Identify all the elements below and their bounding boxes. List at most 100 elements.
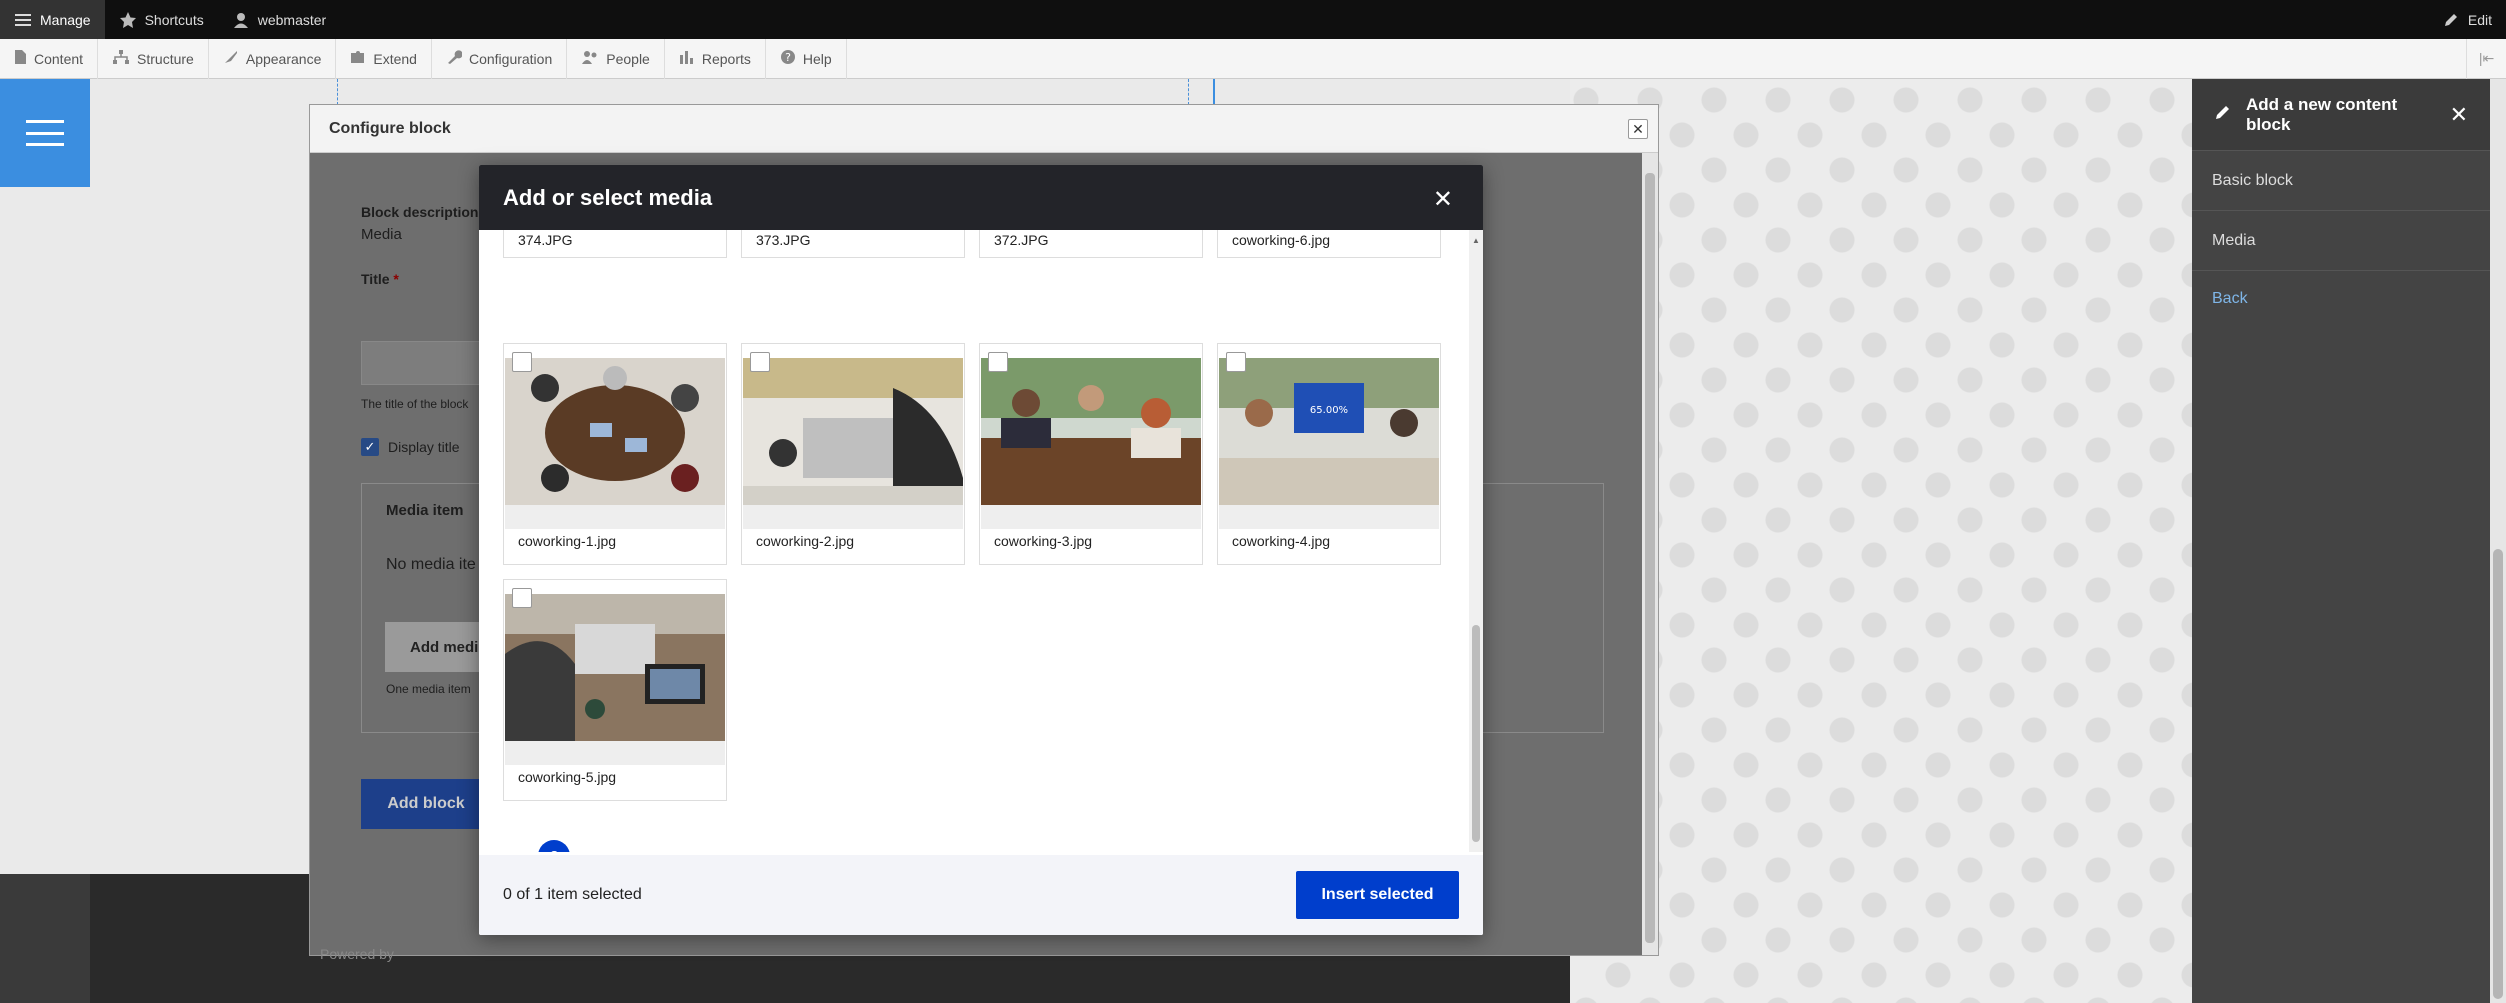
shortcuts-label: Shortcuts — [144, 11, 204, 28]
media-pager: ‹ 2 — [503, 840, 571, 852]
tray-item-structure[interactable]: Structure — [98, 38, 209, 79]
svg-text:?: ? — [785, 51, 791, 64]
media-item-card[interactable]: 65.00% coworking-4.jpg — [1217, 343, 1441, 565]
media-item-label: 372.JPG — [994, 232, 1049, 248]
layout-guide-mid — [1188, 79, 1190, 105]
tray-orientation-toggle[interactable]: |⇤ — [2466, 38, 2506, 79]
offcanvas-item-media[interactable]: Media — [2192, 211, 2490, 271]
title-input[interactable] — [361, 341, 481, 385]
tray-label: Structure — [137, 50, 194, 67]
site-menu-button[interactable] — [0, 79, 90, 187]
pencil-icon — [2442, 11, 2460, 29]
media-modal-header: Add or select media ✕ — [479, 165, 1483, 230]
media-item-card[interactable]: coworking-5.jpg — [503, 579, 727, 801]
configure-close-button[interactable]: ✕ — [1628, 119, 1648, 139]
media-thumbnail — [981, 358, 1201, 505]
tray-label: People — [606, 50, 650, 67]
powered-by-text: Powered by — [320, 946, 394, 962]
media-modal-close-button[interactable]: ✕ — [1433, 185, 1453, 214]
display-title-checkbox[interactable]: ✓ — [361, 438, 379, 456]
block-description-label: Block description — [361, 204, 479, 220]
tray-item-appearance[interactable]: Appearance — [209, 38, 337, 79]
user-tab[interactable]: webmaster — [218, 0, 340, 39]
puzzle-icon — [350, 49, 366, 68]
offcanvas-header: Add a new content block ✕ — [2192, 79, 2490, 151]
media-item-checkbox[interactable] — [1226, 352, 1246, 372]
insert-selected-button[interactable]: Insert selected — [1296, 871, 1459, 919]
media-item-card[interactable]: coworking-2.jpg — [741, 343, 965, 565]
media-item-label: coworking-1.jpg — [518, 533, 617, 549]
tray-item-content[interactable]: Content — [0, 38, 99, 79]
svg-text:65.00%: 65.00% — [1310, 405, 1348, 416]
tray-item-extend[interactable]: Extend — [336, 38, 432, 79]
media-item-label: coworking-2.jpg — [756, 533, 855, 549]
media-scrollbar[interactable]: ▲ — [1469, 230, 1483, 852]
offcanvas-title: Add a new content block — [2246, 94, 2398, 134]
media-thumbnail — [743, 358, 963, 505]
media-item-checkbox[interactable] — [512, 588, 532, 608]
manage-label: Manage — [40, 11, 91, 28]
media-item-label: 374.JPG — [518, 232, 573, 248]
media-item-label: Media item — [386, 502, 464, 519]
admin-toolbar: Manage Shortcuts webmaster Edit — [0, 0, 2506, 39]
chevron-left-icon[interactable]: ‹ — [503, 843, 510, 852]
media-library-modal: Add or select media ✕ 374.JPG 373.JPG 37… — [479, 165, 1483, 935]
media-grid: 374.JPG 373.JPG 372.JPG coworking-6.jpg … — [479, 230, 1483, 852]
media-item-label: coworking-6.jpg — [1232, 232, 1331, 248]
hamburger-icon — [14, 11, 32, 29]
media-item-card[interactable]: coworking-3.jpg — [979, 343, 1203, 565]
media-thumbnail — [505, 358, 725, 505]
media-thumbnail: 65.00% — [1219, 358, 1439, 505]
edit-tab[interactable]: Edit — [2428, 0, 2506, 39]
media-item-card[interactable]: 373.JPG — [741, 230, 965, 258]
pencil-icon — [2214, 103, 2232, 126]
selection-status: 0 of 1 item selected — [503, 886, 642, 903]
media-modal-footer: 0 of 1 item selected Insert selected — [479, 855, 1483, 935]
media-item-checkbox[interactable] — [988, 352, 1008, 372]
offcanvas-close-button[interactable]: ✕ — [2450, 102, 2468, 128]
block-description-value: Media — [361, 226, 402, 243]
media-item-card[interactable]: 374.JPG — [503, 230, 727, 258]
media-item-label: coworking-4.jpg — [1232, 533, 1331, 549]
page-footer-left — [0, 874, 90, 1003]
media-item-card[interactable]: coworking-1.jpg — [503, 343, 727, 565]
help-icon: ? — [780, 49, 796, 68]
offcanvas-back-link[interactable]: Back — [2192, 271, 2490, 327]
media-thumbnail — [505, 594, 725, 741]
tray-label: Reports — [701, 50, 751, 67]
offcanvas-item-basic-block[interactable]: Basic block — [2192, 151, 2490, 211]
star-icon — [119, 11, 137, 29]
page-scrollbar[interactable] — [2490, 79, 2506, 1003]
user-icon — [232, 11, 250, 29]
tray-label: Content — [34, 50, 84, 67]
offcanvas-dialog: Add a new content block ✕ Basic block Me… — [2192, 79, 2490, 1003]
tray-label: Configuration — [468, 50, 553, 67]
layout-guide-right — [1213, 79, 1215, 105]
edit-label: Edit — [2467, 11, 2492, 28]
media-item-card[interactable]: coworking-6.jpg — [1217, 230, 1441, 258]
layout-guide-left — [337, 79, 339, 105]
no-media-text: No media ite — [386, 556, 476, 573]
configure-scrollbar[interactable] — [1642, 153, 1658, 955]
shortcuts-tab[interactable]: Shortcuts — [105, 0, 218, 39]
manage-tab[interactable]: Manage — [0, 0, 105, 39]
configure-block-title: Configure block — [329, 119, 451, 137]
media-item-label: coworking-5.jpg — [518, 769, 617, 785]
tray-item-people[interactable]: People — [567, 38, 665, 79]
media-item-card[interactable]: 372.JPG — [979, 230, 1203, 258]
media-item-checkbox[interactable] — [750, 352, 770, 372]
display-title-label: Display title — [388, 439, 460, 455]
tray-item-reports[interactable]: Reports — [665, 38, 766, 79]
tray-label: Appearance — [245, 50, 322, 67]
tray-item-configuration[interactable]: Configuration — [432, 38, 568, 79]
collapse-icon: |⇤ — [2478, 50, 2495, 66]
people-icon — [581, 49, 599, 68]
tray-label: Extend — [373, 50, 417, 67]
add-block-button[interactable]: Add block — [361, 779, 491, 829]
media-item-checkbox[interactable] — [512, 352, 532, 372]
tray-label: Help — [802, 50, 832, 67]
file-icon — [14, 49, 27, 68]
pager-current-page[interactable]: 2 — [538, 840, 571, 852]
pattern-region — [1570, 79, 2192, 1003]
tray-item-help[interactable]: ? Help — [766, 38, 847, 79]
